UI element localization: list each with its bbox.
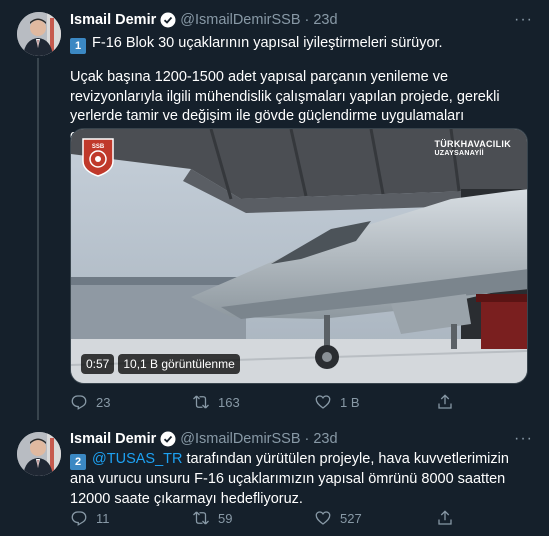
reply-button[interactable]: 11 [70,509,192,527]
tweet-text: 2 @TUSAS_TR tarafından yürütülen projeyl… [70,450,532,509]
handle[interactable]: @IsmailDemirSSB [180,12,300,28]
verified-icon [160,12,176,28]
reply-count: 23 [96,394,111,410]
video-frame [71,129,527,383]
reply-button[interactable]: 23 [70,393,192,411]
timestamp[interactable]: 23d [313,12,337,28]
keycap-1-emoji: 1 [70,38,86,54]
retweet-icon [193,511,209,525]
retweet-button[interactable]: 163 [192,393,314,411]
like-button[interactable]: 527 [314,509,436,527]
watermark-line-1: TÜRKHAVACILIK [434,139,511,149]
like-count: 527 [340,510,362,526]
avatar[interactable] [17,432,61,476]
avatar[interactable] [17,12,61,56]
tweet-header: Ismail Demir @IsmailDemirSSB · 23d [70,10,338,30]
tweet-actions: 11 59 527 [70,508,500,528]
video-duration: 0:57 [81,354,115,374]
tweet-title-text: F-16 Blok 30 uçaklarının yapısal iyileşt… [92,35,443,51]
tweet-1[interactable]: Ismail Demir @IsmailDemirSSB · 23d ··· 1… [0,0,549,420]
keycap-2-emoji: 2 [70,454,86,470]
reply-icon [71,511,87,526]
separator-dot: · [304,12,310,28]
handle[interactable]: @IsmailDemirSSB [180,431,300,447]
reply-count: 11 [96,510,110,526]
like-icon [315,395,331,409]
retweet-icon [193,395,209,409]
retweet-count: 163 [218,394,240,410]
video-views: 10,1 B görüntülenme [118,354,240,374]
reply-icon [71,395,87,410]
timestamp[interactable]: 23d [313,431,337,447]
share-button[interactable] [436,393,476,411]
share-icon [438,394,452,409]
separator-dot: · [304,431,310,447]
tweet-header: Ismail Demir @IsmailDemirSSB · 23d [70,429,338,449]
like-button[interactable]: 1 B [314,393,436,411]
tweet-title: 1 F-16 Blok 30 uçaklarının yapısal iyile… [70,34,532,54]
display-name[interactable]: Ismail Demir [70,431,156,447]
display-name[interactable]: Ismail Demir [70,12,156,28]
watermark-line-2: UZAYSANAYİİ [434,150,484,157]
share-icon [438,510,452,525]
like-count: 1 B [340,394,360,410]
retweet-button[interactable]: 59 [192,509,314,527]
svg-text:SSB: SSB [92,144,105,150]
verified-icon [160,431,176,447]
retweet-count: 59 [218,510,233,526]
video-badges: 0:57 10,1 B görüntülenme [81,354,240,374]
more-icon[interactable]: ··· [514,12,533,28]
tusas-watermark: TÜRKHAVACILIK UZAYSANAYİİ [434,139,511,159]
tweet-2[interactable]: Ismail Demir @IsmailDemirSSB · 23d ··· 2… [0,420,549,536]
more-icon[interactable]: ··· [514,431,533,447]
ssb-logo: SSB [81,137,115,177]
mention-link[interactable]: @TUSAS_TR [92,451,182,467]
like-icon [315,511,331,525]
video-player[interactable]: SSB TÜRKHAVACILIK UZAYSANAYİİ 0:57 10,1 … [70,128,528,384]
share-button[interactable] [436,509,476,527]
tweet-actions: 23 163 1 B [70,392,500,412]
